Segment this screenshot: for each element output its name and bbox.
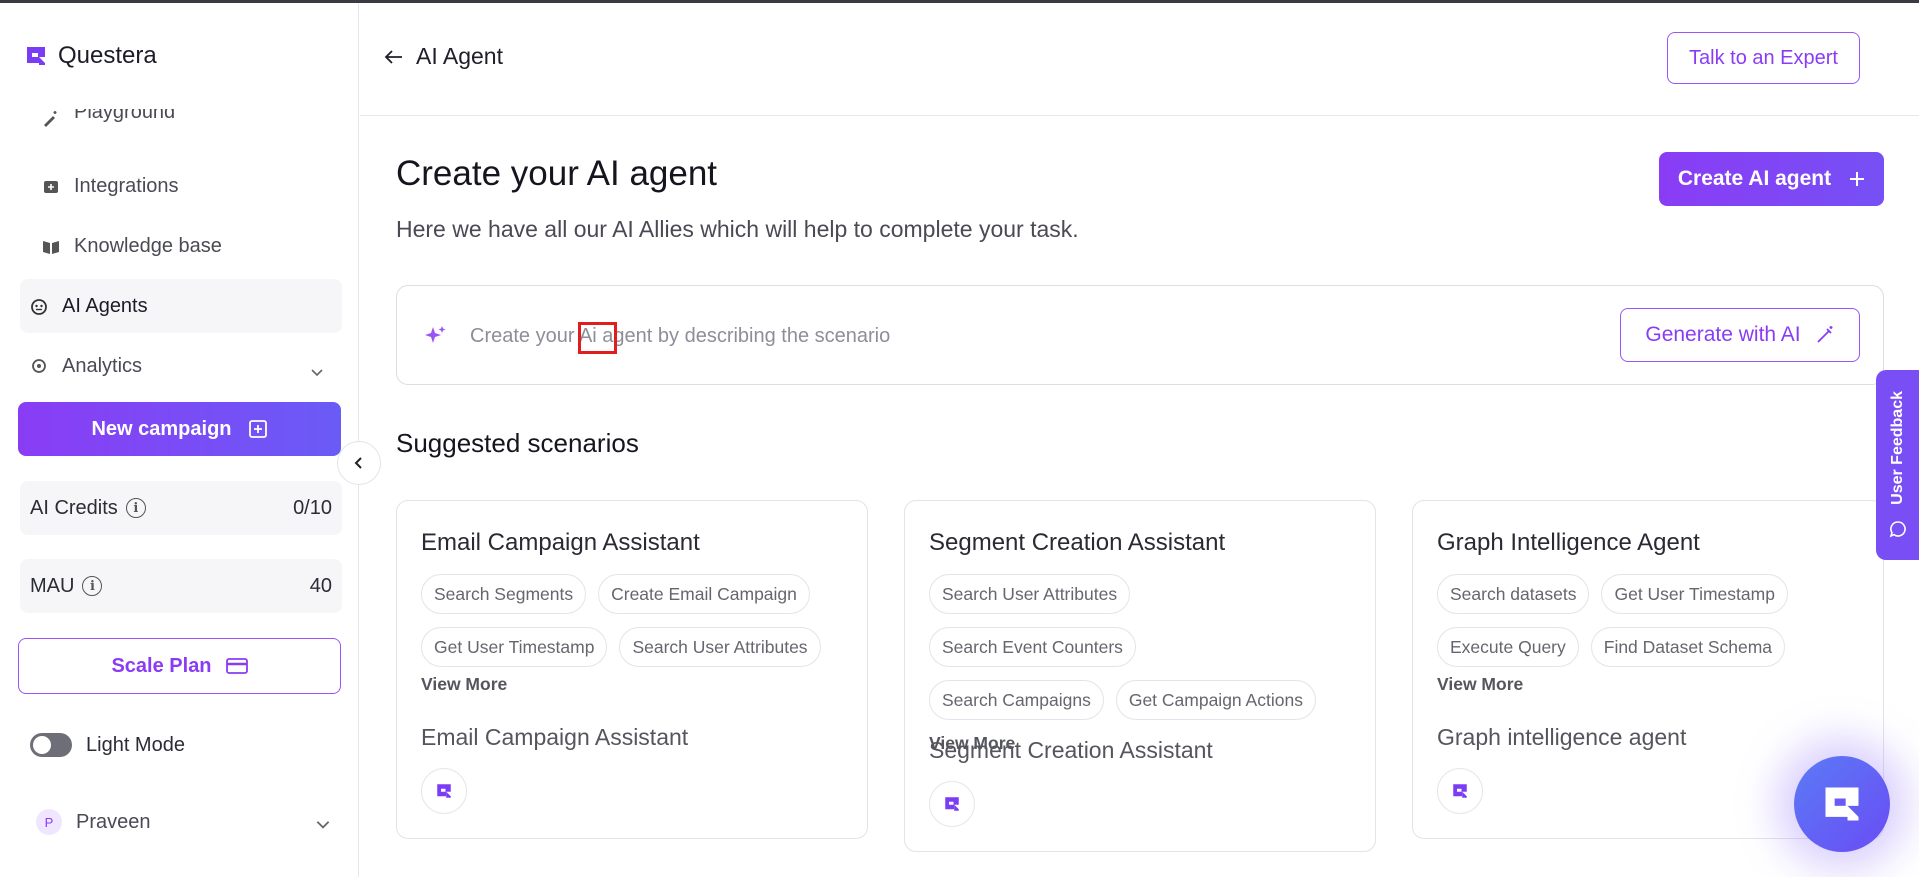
user-name: Praveen [76,810,151,833]
collapse-sidebar-button[interactable] [337,441,381,485]
tool-tag[interactable]: Get Campaign Actions [1115,680,1316,720]
user-feedback-label: User Feedback [1888,391,1906,505]
scenario-input[interactable] [470,316,1370,356]
card-tags: Search User Attributes Search Event Coun… [929,574,1369,754]
avatar: P [36,809,62,835]
sidebar-item-integrations[interactable]: Integrations [42,175,179,198]
magic-wand-icon [1816,326,1833,343]
card-title: Graph Intelligence Agent [1437,529,1700,556]
ai-credits-label: AI Credits [30,496,118,519]
mau-stat: MAU i 40 [20,559,342,613]
questera-logo-icon [1825,787,1859,821]
arrow-left-icon [384,49,402,64]
generate-with-ai-button[interactable]: Generate with AI [1620,308,1860,362]
page-title: Create your AI agent [396,154,718,193]
new-campaign-label: New campaign [91,417,232,440]
card-tags: Search Segments Create Email Campaign Ge… [421,574,861,695]
questera-logo-icon [1453,784,1467,798]
info-icon[interactable]: i [125,498,146,518]
create-ai-agent-button[interactable]: Create AI agent [1659,152,1884,206]
card-description: Graph intelligence agent [1437,724,1687,750]
ai-credits-stat: AI Credits i 0/10 [20,481,342,535]
chevron-down-icon[interactable] [309,364,325,380]
back-link[interactable]: AI Agent [384,43,503,70]
user-feedback-tab[interactable]: User Feedback [1876,370,1919,560]
wand-icon [44,111,57,127]
sidebar-item-label: Integrations [74,175,179,197]
sidebar-item-ai-agents-content[interactable]: AI Agents [30,295,148,318]
section-title: Suggested scenarios [396,428,639,458]
questera-logo-icon [27,47,45,65]
chat-bubble-icon [1889,521,1906,538]
card-title: Segment Creation Assistant [929,529,1226,556]
info-icon[interactable]: i [82,576,103,596]
talk-to-expert-label: Talk to an Expert [1689,46,1838,69]
tool-tag[interactable]: Get User Timestamp [1601,574,1788,614]
scenario-prompt-box: Generate with AI [396,285,1884,385]
plus-icon [1850,172,1865,186]
generate-with-ai-label: Generate with AI [1645,323,1801,346]
plus-square-icon [248,420,267,438]
view-more-link[interactable]: View More [421,674,861,695]
tool-tag[interactable]: Search datasets [1437,574,1590,614]
sidebar: Questera Playground Integrations Knowled… [0,3,359,877]
scenario-card-email[interactable]: Email Campaign Assistant Search Segments… [396,500,868,839]
scenario-card-segment[interactable]: Segment Creation Assistant Search User A… [904,500,1376,852]
tool-tag[interactable]: Search Segments [421,574,587,614]
page-header-title: AI Agent [416,43,503,69]
chevron-down-icon[interactable] [314,815,332,833]
chevron-left-icon [354,457,362,469]
view-more-link[interactable]: View More [1437,674,1877,695]
ai-credits-value: 0/10 [293,496,332,519]
tool-tag[interactable]: Search Campaigns [929,680,1104,720]
assistant-chat-button[interactable] [1794,756,1890,852]
tool-tag[interactable]: Search User Attributes [619,627,821,667]
card-icon [225,658,248,674]
sidebar-item-label: Knowledge base [74,235,222,257]
agent-avatar [929,781,975,827]
integration-icon [44,180,58,193]
brand[interactable]: Questera [24,42,157,70]
sidebar-item-label: Analytics [62,357,143,377]
sidebar-item-analytics[interactable]: Analytics [30,357,142,379]
sparkles-icon [425,326,446,343]
tool-tag[interactable]: Get User Timestamp [421,627,608,667]
new-campaign-button[interactable]: New campaign [18,402,341,456]
sidebar-item-label: Playground [74,109,176,123]
brand-name: Questera [58,42,157,69]
tool-tag[interactable]: Create Email Campaign [598,574,810,614]
questera-logo-icon [945,797,959,811]
theme-toggle[interactable] [30,733,72,757]
tool-tag[interactable]: Find Dataset Schema [1590,627,1786,667]
agent-avatar [1437,768,1483,814]
mode-label: Light Mode [86,733,185,756]
tool-tag[interactable]: Execute Query [1437,627,1579,667]
analytics-icon [32,359,46,373]
sidebar-item-playground[interactable]: Playground [42,109,175,131]
scale-plan-button[interactable]: Scale Plan [18,638,341,694]
questera-logo-icon [437,784,451,798]
tool-tag[interactable]: Search User Attributes [929,574,1131,614]
card-description: Email Campaign Assistant [421,724,689,750]
tool-tag[interactable]: Search Event Counters [929,627,1136,667]
page-subtitle: Here we have all our AI Allies which wil… [396,216,1079,242]
theme-mode: Light Mode [30,733,185,757]
mau-label: MAU [30,574,75,597]
user-menu[interactable]: P Praveen [36,809,151,835]
scale-plan-label: Scale Plan [111,654,212,677]
mau-value: 40 [309,574,332,597]
top-header: AI Agent Talk to an Expert [360,3,1919,116]
sidebar-item-knowledge-base[interactable]: Knowledge base [42,235,222,258]
book-icon [43,240,59,254]
create-ai-agent-label: Create AI agent [1677,167,1832,190]
card-title: Email Campaign Assistant [421,529,700,556]
sidebar-item-label: AI Agents [62,295,148,317]
robot-icon [31,298,47,315]
talk-to-expert-button[interactable]: Talk to an Expert [1667,32,1860,84]
agent-avatar [421,768,467,814]
card-description: Segment Creation Assistant [929,737,1213,763]
card-tags: Search datasets Get User Timestamp Execu… [1437,574,1877,695]
